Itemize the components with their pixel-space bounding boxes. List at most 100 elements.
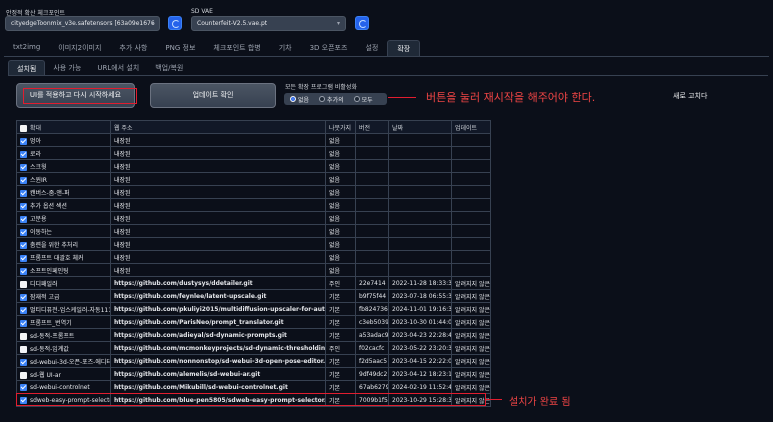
url-cell: 내장된 <box>110 198 326 212</box>
enable-checkbox[interactable] <box>20 254 27 262</box>
enable-checkbox[interactable] <box>20 228 27 236</box>
version-cell <box>355 172 389 186</box>
checkpoint-select[interactable]: cityedgeToonmix_v3e.safetensors [63a09e1… <box>5 16 160 31</box>
extension-name: 잠재적 고급 <box>30 293 60 301</box>
extension-name: sd-webui-3d-오픈-포즈-에디터 <box>30 358 111 366</box>
subtab-install-from-url[interactable]: URL에서 설치 <box>89 60 147 75</box>
date-cell: 2022-11-28 18:33:31 <box>388 276 452 290</box>
tab-checkpoint-merger[interactable]: 체크포인트 합병 <box>204 40 269 56</box>
date-cell <box>388 224 452 238</box>
url-cell: 내장된 <box>110 146 326 160</box>
url-cell: https://github.com/feynlee/latent-upscal… <box>110 289 326 303</box>
subtab-available[interactable]: 사용 가능 <box>45 60 89 75</box>
tab-3d-openpose[interactable]: 3D 오픈포즈 <box>301 40 357 56</box>
top-bar: 안정적 확산 체크포인트 cityedgeToonmix_v3e.safeten… <box>0 0 773 38</box>
table-header-row: 확대 웹 주소 나뭇가지 버전 날짜 업데이트 <box>16 120 491 134</box>
enable-checkbox[interactable] <box>20 396 27 404</box>
chevron-down-icon: ▾ <box>336 20 340 27</box>
enable-checkbox[interactable] <box>20 371 27 379</box>
extension-name: 로라 <box>30 150 42 158</box>
tab-extras[interactable]: 추가 사항 <box>110 40 156 56</box>
enable-checkbox[interactable] <box>20 306 27 314</box>
extension-name: 프롬프트_번역기 <box>30 319 72 327</box>
radio-label: 모두 <box>361 96 373 104</box>
update-cell: 알려지지 않은 <box>451 315 491 329</box>
radio-extra[interactable]: 추가의 <box>315 95 348 104</box>
extension-name: sd-웹 UI-ar <box>30 371 61 379</box>
enable-checkbox[interactable] <box>20 345 27 353</box>
url-cell: https://github.com/blue-pen5805/sdweb-ea… <box>110 393 326 407</box>
url-cell: https://github.com/mcmonkeyprojects/sd-d… <box>110 341 326 355</box>
table-row: 이동하는 내장된 없음 <box>16 224 491 238</box>
extension-name: 추가 옵션 섹션 <box>30 202 67 210</box>
enable-checkbox[interactable] <box>20 137 27 145</box>
enable-checkbox[interactable] <box>20 176 27 184</box>
branch-cell: 없음 <box>325 198 356 212</box>
url-cell: https://github.com/dustysys/ddetailer.gi… <box>110 276 326 290</box>
update-cell: 알려지지 않은 <box>451 341 491 355</box>
tab-img2img[interactable]: 이미지2이미지 <box>49 40 110 56</box>
enable-checkbox[interactable] <box>20 332 27 340</box>
radio-dot <box>319 96 326 102</box>
branch-cell: 없음 <box>325 172 356 186</box>
enable-checkbox[interactable] <box>20 319 27 327</box>
radio-none[interactable]: 없음 <box>286 95 313 104</box>
tab-extensions[interactable]: 확장 <box>387 40 421 56</box>
radio-all[interactable]: 모두 <box>350 95 377 104</box>
enable-checkbox[interactable] <box>20 267 27 275</box>
version-cell: f02cacfc <box>355 341 389 355</box>
subtab-backup-restore[interactable]: 백업/복원 <box>147 60 191 75</box>
table-row: 프롬프트 대괄호 체커 내장된 없음 <box>16 250 491 264</box>
table-row: 잠재적 고급 https://github.com/feynlee/latent-… <box>16 289 491 303</box>
version-cell <box>355 237 389 251</box>
table-row: sd-동적-프롬프트 https://github.com/adieyal/sd-… <box>16 328 491 342</box>
date-cell <box>388 146 452 160</box>
enable-checkbox[interactable] <box>20 280 27 288</box>
enable-checkbox[interactable] <box>20 358 27 366</box>
enable-checkbox[interactable] <box>20 163 27 171</box>
enable-checkbox[interactable] <box>20 150 27 158</box>
enable-checkbox[interactable] <box>20 215 27 223</box>
update-cell <box>451 159 491 173</box>
refresh-link[interactable]: 새로 고치다 <box>673 91 707 101</box>
url-cell: https://github.com/adieyal/sd-dynamic-pr… <box>110 328 326 342</box>
url-cell: https://github.com/Mikubill/sd-webui-con… <box>110 380 326 394</box>
update-cell: 알려지지 않은 <box>451 302 491 316</box>
tab-png-info[interactable]: PNG 정보 <box>156 40 204 56</box>
refresh-vae-button[interactable] <box>355 16 369 30</box>
subtab-installed[interactable]: 설치됨 <box>8 60 46 75</box>
extension-name: sd-동적-임계값 <box>30 345 69 353</box>
version-cell <box>355 198 389 212</box>
annotation-arrow <box>486 399 502 400</box>
enable-checkbox[interactable] <box>20 241 27 249</box>
update-cell: 알려지지 않은 <box>451 276 491 290</box>
check-for-updates-button[interactable]: 업데이트 확인 <box>150 83 276 108</box>
extension-name-cell: 소프트인페인팅 <box>16 263 111 277</box>
tab-settings[interactable]: 설정 <box>356 40 387 56</box>
vae-select[interactable]: Counterfeit-V2.5.vae.pt ▾ <box>191 16 346 31</box>
enable-checkbox[interactable] <box>20 189 27 197</box>
tab-train[interactable]: 기차 <box>270 40 301 56</box>
select-all-checkbox[interactable] <box>20 124 27 132</box>
extension-name-cell: sd-동적-임계값 <box>16 341 111 355</box>
enable-checkbox[interactable] <box>20 383 27 391</box>
version-cell: a53adac9 <box>355 328 389 342</box>
date-cell: 2023-04-15 22:22:06 <box>388 354 452 368</box>
enable-checkbox[interactable] <box>20 293 27 301</box>
extension-subtabs: 설치됨 사용 가능 URL에서 설치 백업/복원 <box>8 60 191 75</box>
url-cell: 내장된 <box>110 224 326 238</box>
date-cell: 2023-10-29 15:28:38 <box>388 393 452 407</box>
date-cell: 2023-04-23 22:28:49 <box>388 328 452 342</box>
table-row: sd-동적-임계값 https://github.com/mcmonkeyproj… <box>16 341 491 355</box>
refresh-checkpoint-button[interactable] <box>168 16 182 30</box>
update-cell: 알려지지 않은 <box>451 393 491 407</box>
column-header-url: 웹 주소 <box>110 120 326 134</box>
table-row: 춤련을 위한 추처리 내장된 없음 <box>16 237 491 251</box>
extension-name: sdweb-easy-prompt-selector <box>30 396 111 404</box>
enable-checkbox[interactable] <box>20 202 27 210</box>
tab-txt2img[interactable]: txt2img <box>4 40 49 56</box>
extension-name: 이동하는 <box>30 228 53 236</box>
update-cell <box>451 198 491 212</box>
table-row: 디디패일러 https://github.com/dustysys/ddetail… <box>16 276 491 290</box>
vae-label: SD VAE <box>191 8 213 15</box>
